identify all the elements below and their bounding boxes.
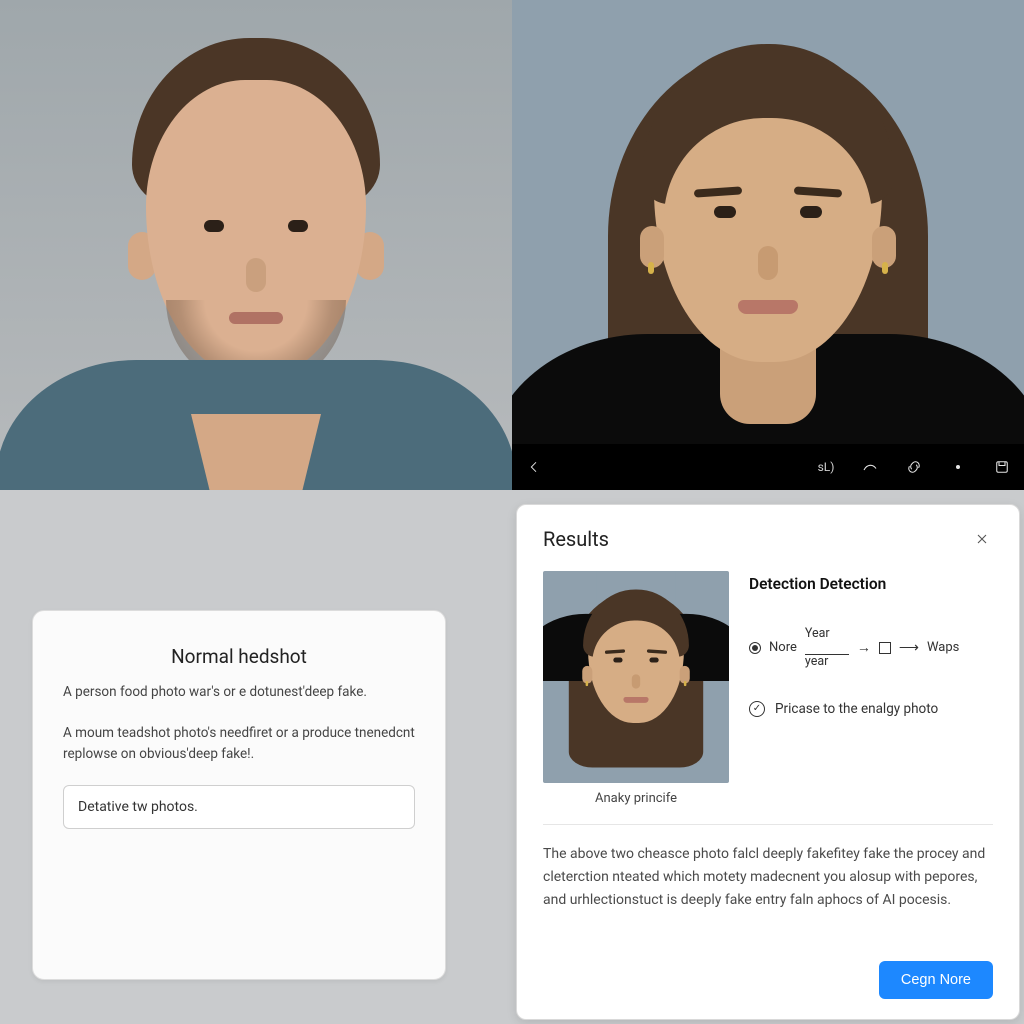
headshot-right: [512, 0, 1024, 444]
flow-year-input[interactable]: [805, 641, 849, 655]
save-icon[interactable]: [990, 455, 1014, 479]
detection-flow: Nore Year year → ⟶ Waps: [749, 627, 993, 669]
confirm-checkbox[interactable]: ✓: [749, 701, 765, 717]
info-card-line1: A person food photo war's or e dotunest'…: [63, 682, 415, 703]
flow-year-bottom: year: [805, 655, 829, 669]
result-thumbnail: [543, 571, 729, 783]
draw-icon[interactable]: [858, 455, 882, 479]
info-card-title: Normal hedshot: [63, 645, 415, 668]
flow-end-label: Waps: [927, 640, 959, 655]
results-title: Results: [543, 527, 609, 551]
results-description: The above two cheasce photo falcl deeply…: [543, 843, 993, 951]
confirm-label: Pricase to the enalgy photo: [775, 701, 938, 717]
toolbar-label: sL): [814, 455, 838, 479]
arrow-icon: ⟶: [899, 640, 919, 656]
detection-heading: Detection Detection: [749, 575, 993, 593]
flow-year-top: Year: [805, 627, 830, 641]
back-button[interactable]: [522, 455, 546, 479]
editor-toolbar: sL): [512, 444, 1024, 490]
detect-input[interactable]: Detative tw photos.: [63, 785, 415, 829]
headshot-left: [0, 0, 512, 490]
arrow-icon: →: [857, 639, 871, 656]
link-icon[interactable]: [902, 455, 926, 479]
image-editor-pane: sL): [512, 0, 1024, 490]
flow-option-label: Nore: [769, 640, 797, 655]
info-card: Normal hedshot A person food photo war's…: [32, 610, 446, 980]
more-icon[interactable]: [946, 455, 970, 479]
thumbnail-caption: Anaky princife: [543, 791, 729, 806]
primary-action-button[interactable]: Cegn Nore: [879, 961, 993, 999]
flow-box-icon: [879, 642, 891, 654]
info-card-line2: A moum teadshot photo's needfiret or a p…: [63, 723, 415, 765]
flow-radio[interactable]: [749, 642, 761, 654]
close-button[interactable]: [971, 528, 993, 550]
results-card: Results: [516, 504, 1020, 1020]
